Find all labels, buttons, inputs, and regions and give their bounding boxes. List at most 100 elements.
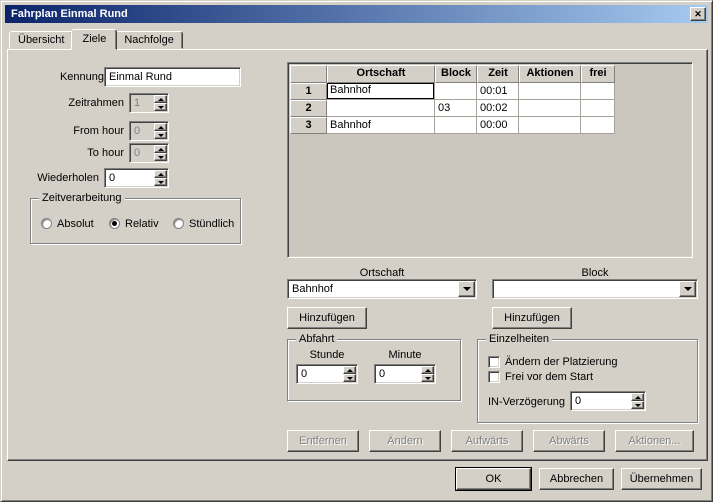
uebernehmen-button[interactable]: Übernehmen xyxy=(621,468,702,490)
in-verzoegerung-label: IN-Verzögerung xyxy=(488,395,565,409)
spin-down-button[interactable] xyxy=(154,103,167,111)
table-header-row: Ortschaft Block Zeit Aktionen frei xyxy=(290,65,690,83)
ok-button[interactable]: OK xyxy=(456,468,531,490)
spin-up-button[interactable] xyxy=(154,145,167,153)
spin-up-button[interactable] xyxy=(154,170,167,178)
entfernen-button[interactable]: Entfernen xyxy=(287,430,359,452)
zeitverarbeitung-group-title: Zeitverarbeitung xyxy=(39,192,125,205)
cell-block[interactable] xyxy=(435,117,477,134)
spin-down-button[interactable] xyxy=(154,153,167,161)
spin-up-button[interactable] xyxy=(421,366,434,374)
wiederholen-spinner[interactable]: 0 xyxy=(104,168,169,188)
cell-zeit[interactable]: 00:01 xyxy=(477,83,519,100)
row-header[interactable]: 3 xyxy=(290,117,327,134)
cell-aktionen[interactable] xyxy=(519,117,581,134)
fahrplan-dialog: Fahrplan Einmal Rund ✕ Übersicht Ziele N… xyxy=(0,0,713,502)
cell-ortschaft[interactable]: Bahnhof xyxy=(327,83,435,100)
spin-up-button[interactable] xyxy=(154,123,167,131)
in-verzoegerung-spinner[interactable]: 0 xyxy=(570,391,646,411)
checkbox-label: Ändern der Platzierung xyxy=(505,356,618,368)
tab-strip: Übersicht Ziele Nachfolge xyxy=(9,31,183,49)
radio-stuendlich[interactable]: Stündlich xyxy=(173,217,234,230)
dropdown-button[interactable] xyxy=(679,281,696,297)
spin-down-button[interactable] xyxy=(154,131,167,139)
down-arrow-icon xyxy=(425,377,431,380)
kennung-label: Kennung xyxy=(18,70,104,84)
up-arrow-icon xyxy=(158,98,164,101)
zeitrahmen-spinner[interactable]: 1 xyxy=(129,93,169,113)
cell-frei[interactable] xyxy=(581,117,615,134)
hinzufuegen-block-button[interactable]: Hinzufügen xyxy=(492,307,572,329)
abfahrt-group: Abfahrt Stunde 0 Minute 0 xyxy=(287,339,461,401)
kennung-input[interactable]: Einmal Rund xyxy=(104,67,241,87)
col-header-frei: frei xyxy=(581,65,615,83)
row-header[interactable]: 2 xyxy=(290,100,327,117)
down-arrow-icon xyxy=(347,377,353,380)
radio-absolut[interactable]: Absolut xyxy=(41,217,94,230)
dropdown-button[interactable] xyxy=(458,281,475,297)
cell-frei[interactable] xyxy=(581,83,615,100)
spin-up-button[interactable] xyxy=(631,393,644,401)
down-arrow-icon xyxy=(158,134,164,137)
hinzufuegen-ortschaft-button[interactable]: Hinzufügen xyxy=(287,307,367,329)
aendern-button[interactable]: Ändern xyxy=(369,430,441,452)
checkbox-icon xyxy=(488,356,500,368)
row-filler xyxy=(615,100,690,117)
spin-down-button[interactable] xyxy=(343,374,356,382)
cell-aktionen[interactable] xyxy=(519,100,581,117)
cell-frei[interactable] xyxy=(581,100,615,117)
table-row[interactable]: 1 Bahnhof 00:01 xyxy=(290,83,690,100)
down-arrow-icon xyxy=(635,404,641,407)
cell-ortschaft[interactable] xyxy=(327,100,435,117)
up-arrow-icon xyxy=(158,173,164,176)
aufwaerts-button[interactable]: Aufwärts xyxy=(451,430,523,452)
grid-corner xyxy=(290,65,327,83)
cell-aktionen[interactable] xyxy=(519,83,581,100)
block-combo-label: Block xyxy=(492,266,698,280)
cell-zeit[interactable]: 00:00 xyxy=(477,117,519,134)
spin-down-button[interactable] xyxy=(631,401,644,409)
spin-down-button[interactable] xyxy=(154,178,167,186)
up-arrow-icon xyxy=(347,369,353,372)
cell-block[interactable] xyxy=(435,83,477,100)
cell-zeit[interactable]: 00:02 xyxy=(477,100,519,117)
checkbox-frei-vor-start[interactable]: Frei vor dem Start xyxy=(488,370,593,383)
stunde-spinner[interactable]: 0 xyxy=(296,364,358,384)
table-row[interactable]: 2 03 00:02 xyxy=(290,100,690,117)
minute-label: Minute xyxy=(374,348,436,362)
ortschaft-combobox[interactable]: Bahnhof xyxy=(287,279,477,299)
aktionen-button[interactable]: Aktionen... xyxy=(615,430,694,452)
spin-down-button[interactable] xyxy=(421,374,434,382)
close-icon: ✕ xyxy=(694,10,702,19)
tab-nachfolge[interactable]: Nachfolge xyxy=(115,31,183,49)
ortschaft-combo-label: Ortschaft xyxy=(287,266,477,280)
wiederholen-label: Wiederholen xyxy=(18,171,99,185)
abwaerts-button[interactable]: Abwärts xyxy=(533,430,605,452)
radio-label: Relativ xyxy=(125,218,159,230)
radio-icon xyxy=(109,218,120,229)
to-hour-spinner[interactable]: 0 xyxy=(129,143,169,163)
tab-uebersicht[interactable]: Übersicht xyxy=(9,31,73,49)
close-button[interactable]: ✕ xyxy=(690,7,706,21)
cell-ortschaft[interactable]: Bahnhof xyxy=(327,117,435,134)
up-arrow-icon xyxy=(158,126,164,129)
checkbox-platzierung[interactable]: Ändern der Platzierung xyxy=(488,355,618,368)
abbrechen-button[interactable]: Abbrechen xyxy=(539,468,614,490)
zeitverarbeitung-group: Zeitverarbeitung Absolut Relativ Stündli… xyxy=(30,198,241,244)
table-row[interactable]: 3 Bahnhof 00:00 xyxy=(290,117,690,134)
tab-ziele[interactable]: Ziele xyxy=(71,29,117,50)
einzelheiten-group: Einzelheiten Ändern der Platzierung Frei… xyxy=(477,339,698,423)
row-filler xyxy=(615,117,690,134)
einzelheiten-group-title: Einzelheiten xyxy=(486,333,552,346)
minute-spinner[interactable]: 0 xyxy=(374,364,436,384)
cell-block[interactable]: 03 xyxy=(435,100,477,117)
spin-up-button[interactable] xyxy=(343,366,356,374)
radio-relativ[interactable]: Relativ xyxy=(109,217,159,230)
to-hour-label: To hour xyxy=(18,146,124,160)
block-combobox[interactable] xyxy=(492,279,698,299)
up-arrow-icon xyxy=(635,396,641,399)
row-header[interactable]: 1 xyxy=(290,83,327,100)
inline-edit-ortschaft[interactable]: Bahnhof xyxy=(327,83,434,99)
from-hour-spinner[interactable]: 0 xyxy=(129,121,169,141)
spin-up-button[interactable] xyxy=(154,95,167,103)
